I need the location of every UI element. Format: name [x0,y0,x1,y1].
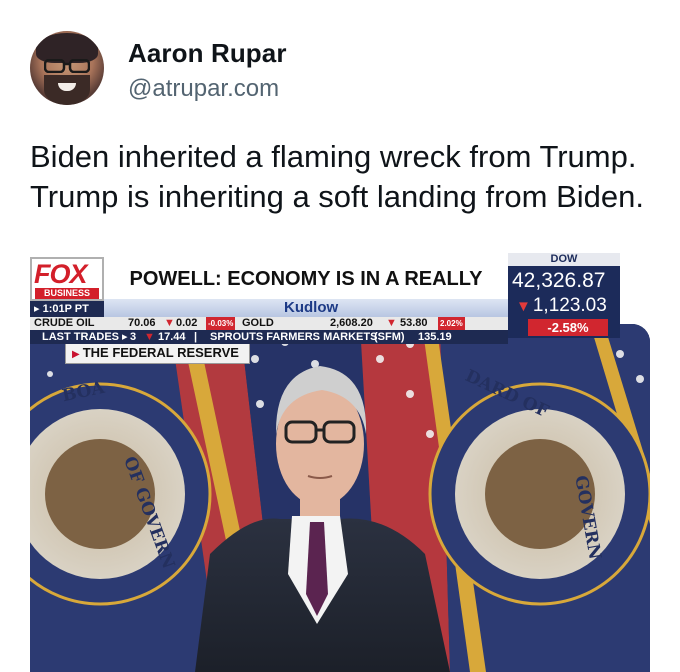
trade-down-icon: ▼ [144,331,155,343]
crude-value: 70.06 [128,317,156,329]
dow-percent: -2.58% [528,319,608,336]
gold-value: 2,608.20 [330,317,373,329]
play-arrow-icon: ▶ [72,349,80,360]
ticker-arrow-icon: ▸ [122,331,128,343]
dow-box: DOW 42,326.87 ▼ 1,123.03 -2.58% [508,253,620,338]
post-text: Biden inherited a flaming wreck from Tru… [30,139,644,214]
show-bar: Kudlow [104,299,508,317]
ticker-last-trades: LAST TRADES ▸ 3 ▼ 17.44 | SPROUTS FARMER… [30,330,508,344]
gold-pct: 2.02% [438,317,465,330]
author-handle[interactable]: @atrupar.com [128,75,279,103]
down-arrow-icon: ▼ [516,298,531,315]
post-media-image[interactable]: BOA OF GOVERN DARD OF GOVERN ▶ THE FEDERA… [30,324,650,672]
network-sub: BUSINESS [35,288,99,299]
chyron-headline: POWELL: ECONOMY IS IN A REALLY GOOD PLAC… [104,259,508,330]
network-name: FOX [34,259,88,289]
fox-business-logo: FOX BUSINESS [30,257,104,301]
broadcast-time: ▸ 1:01P PT [30,301,104,317]
dow-change: ▼ 1,123.03 [516,295,607,317]
avatar-glasses [44,59,90,73]
crude-change: 0.02 [176,317,198,329]
gold-change: 53.80 [400,317,428,329]
author-name[interactable]: Aaron Rupar [128,38,287,69]
left-num: 3 [130,331,137,343]
stock-name: SPROUTS FARMERS MARKETS [210,331,378,343]
gold-down-icon: ▼ [386,317,397,329]
fed-press-conference-scene [30,324,650,672]
dow-label: DOW [508,253,620,266]
stock-price: 135.19 [418,331,452,343]
tv-chyron: FOX BUSINESS POWELL: ECONOMY IS IN A REA… [30,253,650,348]
crude-pct: -0.03% [206,317,236,330]
time-value: 1:01P PT [42,303,89,315]
gold-label: GOLD [242,317,274,329]
show-name: Kudlow [284,299,339,316]
dow-value: 42,326.87 [512,269,606,292]
ticker-separator: | [194,331,198,343]
left-value: 17.44 [158,331,186,343]
crude-label: CRUDE OIL [34,317,95,329]
last-trades-label: LAST TRADES [42,331,119,343]
ticker-commodities: CRUDE OIL 70.06 ▼ 0.02 -0.03% GOLD 2,608… [30,317,508,330]
stock-symbol: (SFM) [374,331,405,343]
avatar[interactable] [30,31,104,105]
dow-change-value: 1,123.03 [532,295,607,316]
crude-down-icon: ▼ [164,317,175,329]
stock-symbol-text: SFM [377,331,401,343]
